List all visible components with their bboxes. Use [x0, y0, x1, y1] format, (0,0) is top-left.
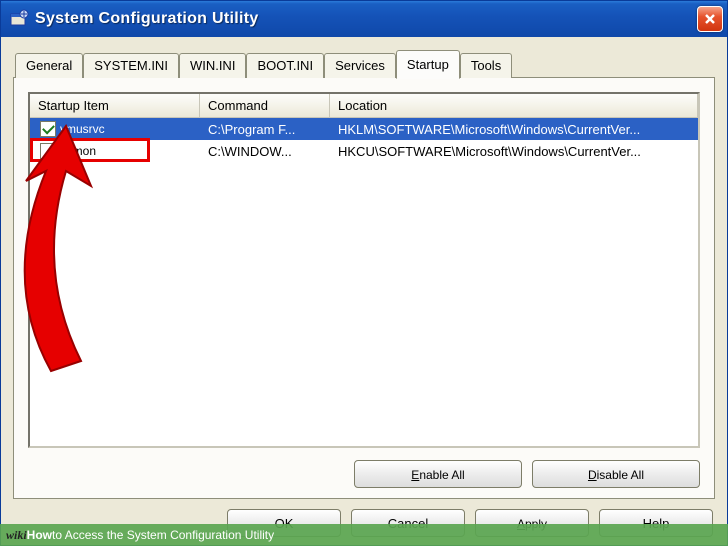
close-button[interactable]: [697, 6, 723, 32]
tab-boot-ini[interactable]: BOOT.INI: [246, 53, 324, 78]
caption-brand2: How: [27, 528, 52, 542]
checkbox-icon[interactable]: [40, 143, 56, 159]
column-header-command[interactable]: Command: [200, 94, 330, 117]
tab-strip: GeneralSYSTEM.INIWIN.INIBOOT.INIServices…: [13, 49, 715, 78]
listview-header: Startup Item Command Location: [30, 94, 698, 118]
panel-button-row: Enable All Disable All: [28, 448, 700, 488]
cell-location: HKLM\SOFTWARE\Microsoft\Windows\CurrentV…: [330, 122, 698, 137]
tab-general[interactable]: General: [15, 53, 83, 78]
cell-item: vmusrvc: [60, 122, 105, 136]
tab-panel-startup: Startup Item Command Location vmusrvc C:\…: [13, 77, 715, 499]
titlebar: System Configuration Utility: [1, 1, 727, 37]
app-icon: [9, 9, 29, 29]
table-row[interactable]: ctfmon C:\WINDOW...HKCU\SOFTWARE\Microsof…: [30, 140, 698, 162]
client-area: GeneralSYSTEM.INIWIN.INIBOOT.INIServices…: [1, 37, 727, 545]
cell-item: ctfmon: [60, 144, 96, 158]
tab-startup[interactable]: Startup: [396, 50, 460, 79]
cell-command: C:\WINDOW...: [200, 144, 330, 159]
caption-bar: wikiHow to Access the System Configurati…: [0, 524, 728, 546]
cell-command: C:\Program F...: [200, 122, 330, 137]
tab-win-ini[interactable]: WIN.INI: [179, 53, 247, 78]
window: System Configuration Utility GeneralSYST…: [0, 0, 728, 546]
cell-location: HKCU\SOFTWARE\Microsoft\Windows\CurrentV…: [330, 144, 698, 159]
startup-listview[interactable]: Startup Item Command Location vmusrvc C:\…: [28, 92, 700, 448]
tab-services[interactable]: Services: [324, 53, 396, 78]
tab-system-ini[interactable]: SYSTEM.INI: [83, 53, 179, 78]
disable-all-button[interactable]: Disable All: [532, 460, 700, 488]
column-header-location[interactable]: Location: [330, 94, 698, 117]
column-header-item[interactable]: Startup Item: [30, 94, 200, 117]
caption-brand: wiki: [6, 528, 27, 543]
tab-tools[interactable]: Tools: [460, 53, 512, 78]
caption-text: to Access the System Configuration Utili…: [52, 528, 274, 542]
enable-all-button[interactable]: Enable All: [354, 460, 522, 488]
window-title: System Configuration Utility: [35, 10, 697, 28]
table-row[interactable]: vmusrvc C:\Program F...HKLM\SOFTWARE\Micr…: [30, 118, 698, 140]
checkbox-icon[interactable]: [40, 121, 56, 137]
